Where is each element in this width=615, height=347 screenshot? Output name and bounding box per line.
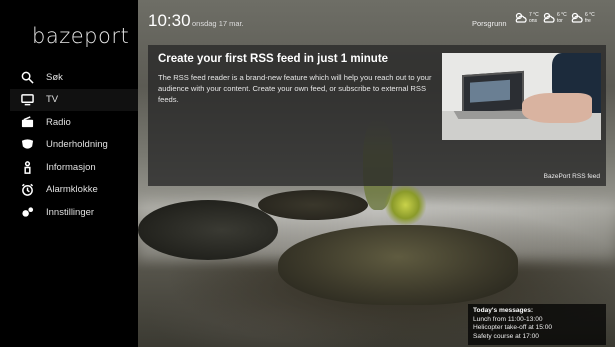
sidebar-item-informasjon[interactable]: Informasjon [10,156,138,178]
sidebar: bazeport Søk TV Radio Underholdning Info… [0,0,140,347]
sidebar-item-label: TV [46,94,59,105]
search-icon [20,70,34,84]
main-menu: Søk TV Radio Underholdning Informasjon A… [10,66,140,224]
weather-day-1: 7 °C ons [514,12,539,24]
top-bar: 10:30 onsdag 17 mar. Porsgrunn 7 °C ons 6… [138,0,615,38]
message-item: Helicopter take-off at 15:00 [473,324,553,331]
message-item: Safety course at 17:00 [473,332,539,340]
cloud-sun-icon [543,12,555,23]
sidebar-item-label: Radio [46,116,71,128]
message-item: Lunch from 11:00-13:00 [473,315,543,323]
sidebar-item-label: Alarmklokke [46,184,98,195]
settings-icon [20,205,34,219]
sidebar-item-sok[interactable]: Søk [10,66,138,88]
cloud-sun-icon [571,12,583,23]
banner-laptop-image [442,53,601,140]
info-icon [20,160,34,174]
date: onsdag 17 mar. [192,19,244,28]
messages-title: Today's messages: [473,307,534,314]
weather-day-3: 6 °C fre [570,12,595,24]
sidebar-item-radio[interactable]: Radio [10,111,138,133]
location: Porsgrunn [472,19,507,28]
banner-caption: BazePort RSS feed [543,173,600,180]
radio-icon [20,115,34,129]
weather-day: fre [585,18,591,24]
rss-feed-banner[interactable]: Create your first RSS feed in just 1 min… [148,45,606,186]
sidebar-item-underholdning[interactable]: Underholdning [10,134,138,156]
banner-title: Create your first RSS feed in just 1 min… [158,53,389,65]
sidebar-item-tv[interactable]: TV [10,88,140,111]
clock: 10:30 [148,11,191,30]
sidebar-item-label: Informasjon [46,161,96,173]
sidebar-item-label: Underholdning [46,139,108,150]
alarm-clock-icon [20,183,34,197]
sidebar-item-label: Søk [46,71,63,83]
weather-day-2: 6 °C tor [542,12,567,24]
weather-day: tor [557,18,563,24]
sidebar-item-label: Innstillinger [46,206,95,218]
todays-messages-panel: Today's messages: Lunch from 11:00-13:00… [468,304,606,345]
weather-day: ons [529,18,538,24]
entertainment-icon [20,138,34,152]
tv-icon [20,93,34,107]
banner-body: The RSS feed reader is a brand-new featu… [158,73,432,104]
app-logo: bazeport [32,24,130,48]
sidebar-item-innstillinger[interactable]: Innstillinger [10,201,138,223]
cloud-sun-icon [515,12,527,23]
sidebar-item-alarmklokke[interactable]: Alarmklokke [10,179,138,201]
